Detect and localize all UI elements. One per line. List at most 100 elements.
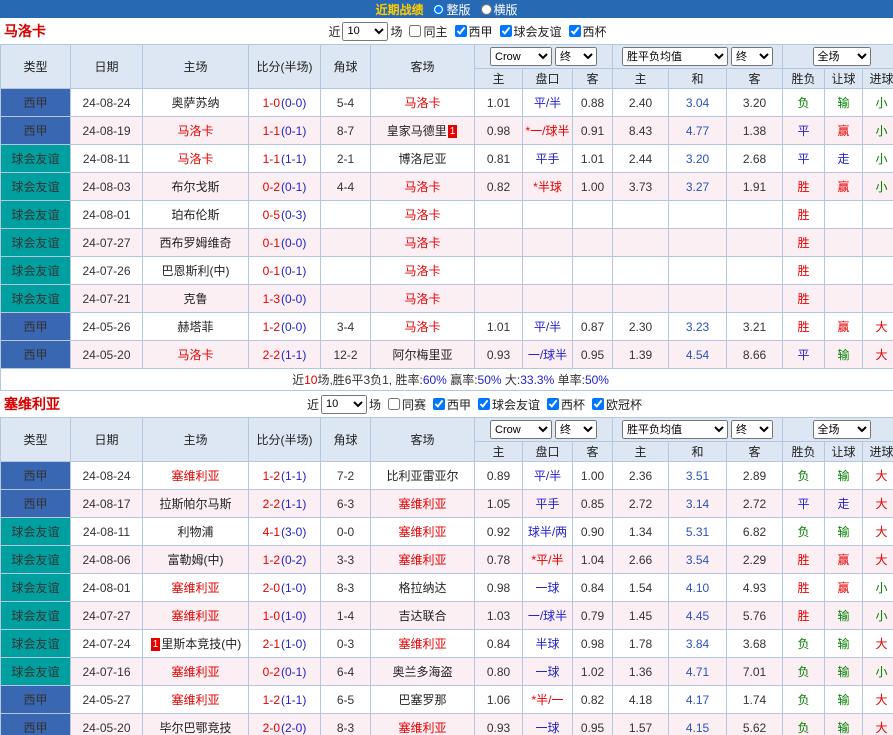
score-cell[interactable]: 0-2(0-1) <box>249 173 321 201</box>
score-cell[interactable]: 2-0(1-0) <box>249 574 321 602</box>
team-link[interactable]: 塞维利亚 <box>398 553 446 567</box>
avg-type-select[interactable]: 胜平负均值 <box>622 47 728 66</box>
team-link[interactable]: 马洛卡 <box>404 208 440 222</box>
filter-checkbox-input[interactable] <box>547 398 559 410</box>
team-link[interactable]: 毕尔巴鄂竞技 <box>159 721 231 735</box>
score-cell[interactable]: 1-3(0-0) <box>249 285 321 313</box>
odds-stage-select[interactable]: 终 <box>555 420 597 439</box>
filter-checkbox-input[interactable] <box>478 398 490 410</box>
team-link[interactable]: 拉斯帕尔马斯 <box>159 497 231 511</box>
filter-checkbox-input[interactable] <box>592 398 604 410</box>
score-cell[interactable]: 1-2(0-2) <box>249 546 321 574</box>
team-link[interactable]: 巴恩斯利(中) <box>162 264 230 278</box>
team-link[interactable]: 马洛卡 <box>177 152 213 166</box>
filter-checkbox-input[interactable] <box>455 25 467 37</box>
team-link[interactable]: 吉达联合 <box>398 609 446 623</box>
halftime-score: (1-0) <box>281 581 306 595</box>
filter-checkbox-1[interactable]: 西甲 <box>455 23 493 40</box>
score-cell[interactable]: 1-1(0-1) <box>249 117 321 145</box>
team-link[interactable]: 富勒姆(中) <box>168 553 224 567</box>
filter-checkbox-input[interactable] <box>500 25 512 37</box>
filter-checkbox-0[interactable]: 同赛 <box>388 396 426 413</box>
team-link[interactable]: 格拉纳达 <box>398 581 446 595</box>
team-link[interactable]: 赫塔菲 <box>177 320 213 334</box>
team-link[interactable]: 克鲁 <box>183 292 207 306</box>
team-name[interactable]: 塞维利亚 <box>4 394 60 414</box>
team-link[interactable]: 皇家马德里 <box>387 124 447 138</box>
team-link[interactable]: 塞维利亚 <box>171 693 219 707</box>
scope-select[interactable]: 全场 <box>813 420 871 439</box>
score-cell[interactable]: 2-0(2-0) <box>249 714 321 735</box>
odds-source-select[interactable]: Crow <box>490 420 552 439</box>
team-link[interactable]: 马洛卡 <box>404 264 440 278</box>
filter-checkbox-1[interactable]: 西甲 <box>433 396 471 413</box>
score-cell[interactable]: 1-0(1-0) <box>249 602 321 630</box>
score-cell[interactable]: 1-2(1-1) <box>249 686 321 714</box>
sub-col-header: 主 <box>613 442 669 462</box>
team-link[interactable]: 阿尔梅里亚 <box>392 348 452 362</box>
team-link[interactable]: 塞维利亚 <box>398 637 446 651</box>
team-link[interactable]: 马洛卡 <box>404 320 440 334</box>
recent-count-select[interactable]: 10 <box>321 395 367 414</box>
team-link[interactable]: 塞维利亚 <box>398 525 446 539</box>
scope-select[interactable]: 全场 <box>813 47 871 66</box>
view-option-horizontal[interactable]: 横版 <box>481 1 518 18</box>
team-link[interactable]: 珀布伦斯 <box>171 208 219 222</box>
team-link[interactable]: 博洛尼亚 <box>398 152 446 166</box>
team-link[interactable]: 马洛卡 <box>404 292 440 306</box>
score-cell[interactable]: 4-1(3-0) <box>249 518 321 546</box>
team-link[interactable]: 比利亚雷亚尔 <box>386 469 458 483</box>
score-cell[interactable]: 1-0(0-0) <box>249 89 321 117</box>
score-cell[interactable]: 2-2(1-1) <box>249 490 321 518</box>
team-link[interactable]: 奥兰多海盗 <box>392 665 452 679</box>
score-cell[interactable]: 1-2(1-1) <box>249 462 321 490</box>
filter-checkbox-input[interactable] <box>569 25 581 37</box>
filter-checkbox-2[interactable]: 球会友谊 <box>500 23 562 40</box>
team-link[interactable]: 塞维利亚 <box>398 721 446 735</box>
team-link[interactable]: 里斯本竞技(中) <box>161 637 241 651</box>
avg-stage-select[interactable]: 终 <box>731 420 773 439</box>
avg-stage-select[interactable]: 终 <box>731 47 773 66</box>
filter-checkbox-input[interactable] <box>433 398 445 410</box>
odds-source-select[interactable]: Crow <box>490 47 552 66</box>
team-link[interactable]: 马洛卡 <box>404 96 440 110</box>
score-cell[interactable]: 2-2(1-1) <box>249 341 321 369</box>
team-link[interactable]: 塞维利亚 <box>398 497 446 511</box>
odds-stage-select[interactable]: 终 <box>555 47 597 66</box>
filter-checkbox-0[interactable]: 同主 <box>409 23 447 40</box>
team-link[interactable]: 布尔戈斯 <box>171 180 219 194</box>
score-cell[interactable]: 1-2(0-0) <box>249 313 321 341</box>
handicap-line-cell: 平/半 <box>523 313 573 341</box>
score-cell[interactable]: 1-1(1-1) <box>249 145 321 173</box>
view-radio-full[interactable] <box>433 4 444 15</box>
recent-count-select[interactable]: 10 <box>342 22 388 41</box>
filter-checkbox-3[interactable]: 西杯 <box>547 396 585 413</box>
team-link[interactable]: 马洛卡 <box>404 236 440 250</box>
filter-checkbox-3[interactable]: 西杯 <box>569 23 607 40</box>
filter-checkbox-input[interactable] <box>409 25 421 37</box>
view-radio-horizontal[interactable] <box>481 4 492 15</box>
team-link[interactable]: 巴塞罗那 <box>398 693 446 707</box>
team-link[interactable]: 马洛卡 <box>177 124 213 138</box>
avg-group-header: 胜平负均值终 <box>613 45 783 69</box>
team-link[interactable]: 马洛卡 <box>404 180 440 194</box>
team-link[interactable]: 塞维利亚 <box>171 609 219 623</box>
filter-checkbox-2[interactable]: 球会友谊 <box>478 396 540 413</box>
view-option-full[interactable]: 整版 <box>433 1 470 18</box>
team-link[interactable]: 马洛卡 <box>177 348 213 362</box>
team-link[interactable]: 利物浦 <box>177 525 213 539</box>
filter-checkbox-4[interactable]: 欧冠杯 <box>592 396 642 413</box>
team-link[interactable]: 塞维利亚 <box>171 469 219 483</box>
score-cell[interactable]: 0-2(0-1) <box>249 658 321 686</box>
filter-checkbox-input[interactable] <box>388 398 400 410</box>
score-cell[interactable]: 2-1(1-0) <box>249 630 321 658</box>
avg-type-select[interactable]: 胜平负均值 <box>622 420 728 439</box>
team-name[interactable]: 马洛卡 <box>4 21 46 41</box>
team-link[interactable]: 奥萨苏纳 <box>171 96 219 110</box>
team-link[interactable]: 塞维利亚 <box>171 665 219 679</box>
score-cell[interactable]: 0-5(0-3) <box>249 201 321 229</box>
score-cell[interactable]: 0-1(0-1) <box>249 257 321 285</box>
team-link[interactable]: 西布罗姆维奇 <box>159 236 231 250</box>
team-link[interactable]: 塞维利亚 <box>171 581 219 595</box>
score-cell[interactable]: 0-1(0-0) <box>249 229 321 257</box>
